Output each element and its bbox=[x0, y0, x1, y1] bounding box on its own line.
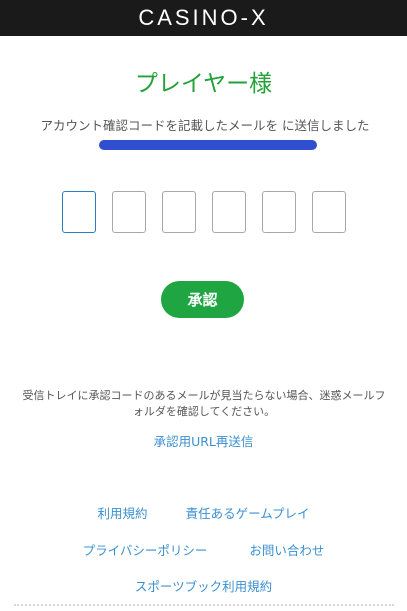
code-digit-3[interactable] bbox=[162, 191, 196, 233]
code-digit-1[interactable] bbox=[62, 191, 96, 233]
verification-message: アカウント確認コードを記載したメールを に送信しました bbox=[24, 117, 386, 153]
resend-container: 承認用URL再送信 bbox=[0, 431, 407, 450]
page-title: プレイヤー様 bbox=[134, 71, 273, 97]
code-digit-5[interactable] bbox=[262, 191, 296, 233]
redacted-email bbox=[99, 139, 317, 150]
code-digit-2[interactable] bbox=[112, 191, 146, 233]
site-header: CASINO-X bbox=[0, 0, 407, 36]
footer-links-row-3: スポーツブック利用規約 bbox=[0, 576, 407, 595]
footer-links-row-1: 利用規約 責任あるゲームプレイ bbox=[0, 503, 407, 522]
site-logo[interactable]: CASINO-X bbox=[138, 5, 268, 31]
footer-divider bbox=[14, 604, 394, 606]
approve-button[interactable]: 承認 bbox=[161, 281, 244, 318]
code-digit-4[interactable] bbox=[212, 191, 246, 233]
spam-folder-notice: 受信トレイに承認コードのあるメールが見当たらない場合、迷惑メールフォルダを確認し… bbox=[22, 389, 386, 418]
terms-link[interactable]: 利用規約 bbox=[98, 503, 148, 522]
responsible-gaming-link[interactable]: 責任あるゲームプレイ bbox=[186, 503, 310, 522]
privacy-policy-link[interactable]: プライバシーポリシー bbox=[83, 540, 208, 559]
footer-links-row-2: プライバシーポリシー お問い合わせ bbox=[0, 540, 407, 559]
verification-page: CASINO-X プレイヤー様 アカウント確認コードを記載したメールを に送信し… bbox=[0, 0, 407, 611]
code-digit-6[interactable] bbox=[312, 191, 346, 233]
verification-code-inputs bbox=[62, 191, 346, 233]
contact-link[interactable]: お問い合わせ bbox=[249, 540, 324, 559]
sportsbook-terms-link[interactable]: スポーツブック利用規約 bbox=[135, 576, 272, 595]
verification-message-text: アカウント確認コードを記載したメールを に送信しました bbox=[40, 118, 370, 133]
resend-url-link[interactable]: 承認用URL再送信 bbox=[154, 434, 254, 449]
